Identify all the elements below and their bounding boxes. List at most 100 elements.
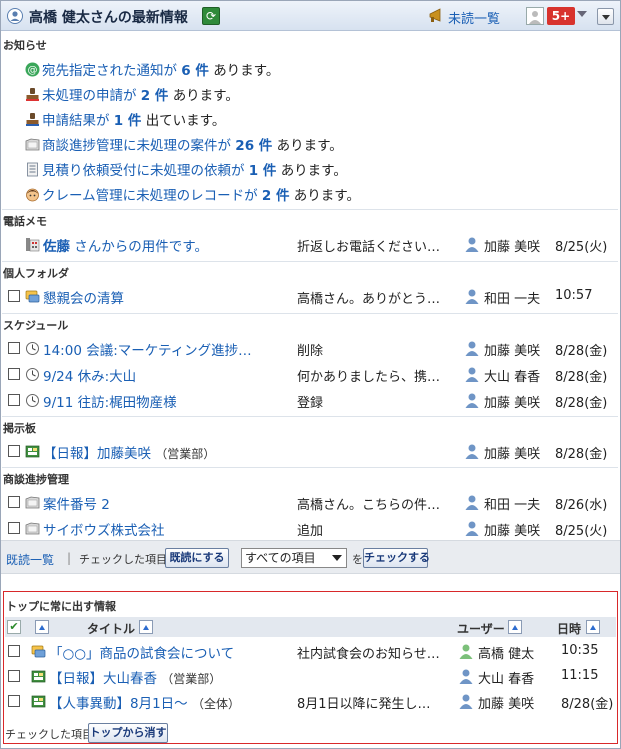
table-row[interactable]: 【人事異動】8月1日～ （全体） 8月1日以降に発生し… 加藤 美咲 8/28(…: [0, 691, 621, 713]
row-checkbox[interactable]: [8, 445, 20, 457]
user-icon: [465, 521, 479, 536]
list-item[interactable]: 佐藤 さんからの用件です。 折返しお電話ください… 加藤 美咲 8/25(火): [0, 234, 621, 256]
bulletin-board-icon: [25, 445, 40, 458]
refresh-icon[interactable]: ⟳: [202, 7, 220, 25]
notice-item[interactable]: 商談進捗管理に未処理の案件が 26 件 あります。: [25, 134, 343, 154]
user-name[interactable]: 高橋 健太: [478, 643, 534, 662]
divider: [2, 416, 618, 417]
table-row[interactable]: 「○○」商品の試食会について 社内試食会のお知らせ… 高橋 健太 10:35: [0, 641, 621, 663]
item-title[interactable]: 9/24 休み:大山: [43, 365, 136, 385]
row-checkbox[interactable]: [8, 522, 20, 534]
item-title[interactable]: 「○○」商品の試食会について: [49, 642, 234, 662]
item-title[interactable]: サイボウズ株式会社: [43, 519, 165, 539]
divider: [2, 467, 618, 468]
preview-text: 8月1日以降に発生し…: [297, 697, 431, 712]
message-icon: [25, 290, 40, 303]
remove-from-top-button[interactable]: トップから消す: [88, 723, 168, 743]
user-name[interactable]: 和田 一夫: [484, 288, 540, 307]
check-all-icon[interactable]: ✔: [7, 620, 21, 634]
row-checkbox[interactable]: [8, 394, 20, 406]
item-title[interactable]: 14:00 会議:マーケティング進捗…: [43, 339, 252, 359]
read-list-link[interactable]: 既読一覧: [6, 551, 54, 568]
row-checkbox[interactable]: [8, 496, 20, 508]
memo-caller-name[interactable]: 佐藤: [43, 239, 70, 255]
sort-asc-icon[interactable]: [508, 620, 522, 634]
user-icon: [465, 341, 479, 356]
user-name[interactable]: 和田 一夫: [484, 494, 540, 513]
item-filter-select[interactable]: すべての項目: [241, 548, 347, 568]
list-item[interactable]: 9/24 休み:大山 何かありましたら、携… 大山 春香 8/28(金): [0, 364, 621, 386]
item-title[interactable]: 【人事異動】8月1日～: [49, 696, 188, 712]
item-title[interactable]: 案件番号 2: [43, 493, 110, 513]
user-name[interactable]: 大山 春香: [478, 668, 534, 687]
section-schedule: スケジュール: [3, 319, 69, 332]
user-icon: [465, 367, 479, 382]
section-personal-folder: 個人フォルダ: [3, 267, 69, 280]
notice-item[interactable]: 見積り依頼受付に未処理の依頼が 1 件 あります。: [25, 159, 347, 179]
at-mark-icon: @: [25, 62, 40, 77]
folder-icon: [25, 138, 40, 151]
row-checkbox[interactable]: [8, 695, 20, 707]
column-header-user: ユーザー: [457, 622, 505, 636]
preview-text: 社内試食会のお知らせ…: [297, 647, 440, 662]
notice-item[interactable]: @ 宛先指定された通知が 6 件 あります。: [25, 59, 279, 79]
check-button[interactable]: チェックする: [363, 548, 430, 568]
sort-asc-icon[interactable]: [139, 620, 153, 634]
user-name[interactable]: 大山 春香: [484, 366, 540, 385]
row-checkbox[interactable]: [8, 645, 20, 657]
item-category: （全体）: [191, 697, 240, 711]
item-title[interactable]: 【日報】加藤美咲: [43, 446, 151, 462]
list-item[interactable]: サイボウズ株式会社 追加 加藤 美咲 8/25(火): [0, 518, 621, 540]
chevron-down-icon[interactable]: [577, 11, 587, 17]
megaphone-icon: [429, 8, 441, 22]
section-notice: お知らせ: [3, 39, 47, 52]
folder-icon: [25, 496, 40, 509]
avatar[interactable]: [526, 7, 544, 25]
memo-title[interactable]: さんからの用件です。: [74, 239, 208, 255]
user-icon: [459, 644, 473, 659]
item-title[interactable]: 9/11 往訪:梶田物産様: [43, 391, 177, 411]
item-title[interactable]: 【日報】大山春香: [49, 671, 157, 687]
row-checkbox[interactable]: [8, 670, 20, 682]
timestamp: 8/28(金): [555, 344, 608, 359]
notice-item[interactable]: 未処理の申請が 2 件 あります。: [25, 84, 239, 104]
action-toolbar: 既読一覧 | チェックした項目を 既読にする すべての項目 を チェックする: [1, 540, 620, 574]
row-checkbox[interactable]: [8, 290, 20, 302]
preview-text: 何かありましたら、携…: [297, 370, 441, 385]
sort-asc-icon[interactable]: [586, 620, 600, 634]
list-item[interactable]: 9/11 往訪:梶田物産様 登録 加藤 美咲 8/28(金): [0, 390, 621, 412]
row-checkbox[interactable]: [8, 368, 20, 380]
user-name[interactable]: 加藤 美咲: [484, 236, 540, 255]
list-item[interactable]: 【日報】加藤美咲 （営業部） 加藤 美咲 8/28(金): [0, 441, 621, 463]
unread-list-link[interactable]: 未読一覧: [448, 8, 500, 27]
user-icon: [459, 694, 473, 709]
notice-item[interactable]: 申請結果が 1 件 出ています。: [25, 109, 225, 129]
pinned-table-header: ✔ タイトル ユーザー 日時: [5, 617, 616, 637]
clock-icon: [26, 394, 39, 407]
row-checkbox[interactable]: [8, 342, 20, 354]
timestamp: 8/28(金): [561, 697, 614, 712]
page-title: 高橋 健太さんの最新情報: [29, 10, 188, 26]
preview-text: 登録: [297, 396, 324, 411]
user-icon: [465, 444, 479, 459]
list-item[interactable]: 懇親会の清算 高橋さん。ありがとう… 和田 一夫 10:57: [0, 286, 621, 308]
table-row[interactable]: 【日報】大山春香 （営業部） 大山 春香 11:15: [0, 666, 621, 688]
user-icon: [465, 495, 479, 510]
mark-read-button[interactable]: 既読にする: [165, 548, 229, 568]
user-name[interactable]: 加藤 美咲: [484, 520, 540, 539]
list-item[interactable]: 案件番号 2 高橋さん。こちらの件… 和田 一夫 8/26(水): [0, 492, 621, 514]
portlet-menu-button[interactable]: [597, 8, 614, 25]
user-name[interactable]: 加藤 美咲: [484, 340, 540, 359]
pinned-section-title: トップに常に出す情報: [6, 600, 116, 613]
item-category: （営業部）: [161, 672, 222, 686]
sort-asc-icon[interactable]: [35, 620, 49, 634]
notice-item[interactable]: クレーム管理に未処理のレコードが 2 件 あります。: [25, 184, 360, 204]
list-item[interactable]: 14:00 会議:マーケティング進捗… 削除 加藤 美咲 8/28(金): [0, 338, 621, 360]
item-title[interactable]: 懇親会の清算: [43, 287, 124, 307]
notification-badge[interactable]: 5+: [547, 7, 575, 25]
user-name[interactable]: 加藤 美咲: [484, 443, 540, 462]
preview-text: 追加: [297, 524, 324, 539]
user-name[interactable]: 加藤 美咲: [478, 693, 534, 712]
user-name[interactable]: 加藤 美咲: [484, 392, 540, 411]
timestamp: 8/28(金): [555, 396, 608, 411]
